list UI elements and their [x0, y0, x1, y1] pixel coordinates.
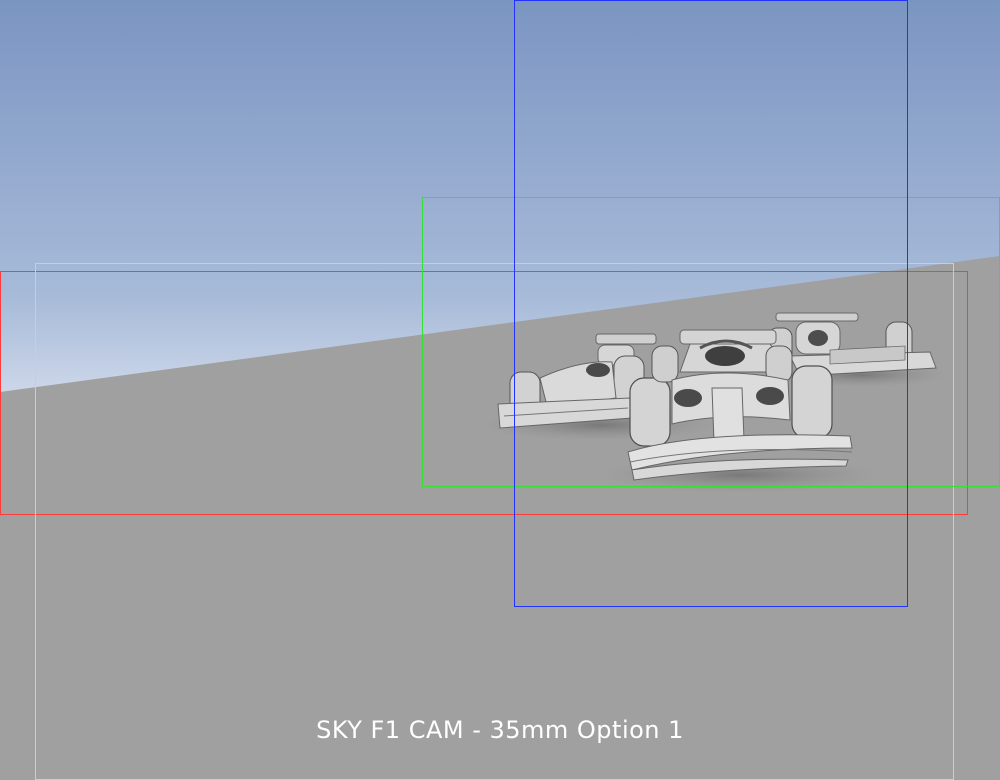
camera-caption: SKY F1 CAM - 35mm Option 1	[316, 716, 684, 744]
render-scene	[0, 0, 1000, 780]
camera-viewport: SKY F1 CAM - 35mm Option 1	[0, 0, 1000, 780]
